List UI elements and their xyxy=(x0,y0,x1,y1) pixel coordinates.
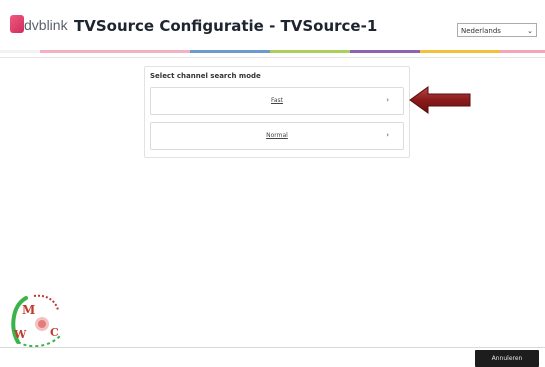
chevron-right-icon: › xyxy=(386,96,389,104)
dvblink-logo: dvblink xyxy=(10,15,70,39)
chevron-right-icon: › xyxy=(386,131,389,139)
chevron-down-icon: ⌄ xyxy=(527,27,533,35)
logo-mark-icon xyxy=(10,15,24,33)
search-mode-fast-option[interactable]: Fast › xyxy=(150,87,404,115)
search-mode-normal-label: Normal xyxy=(266,132,288,139)
header-bar: dvblink TVSource Configuratie - TVSource… xyxy=(0,0,545,50)
page-title: TVSource Configuratie - TVSource-1 xyxy=(74,17,378,35)
pointer-arrow-icon xyxy=(409,86,471,114)
mwc-letter-w: W xyxy=(13,328,27,341)
panel-title: Select channel search mode xyxy=(150,72,261,80)
mwc-letter-c: C xyxy=(50,326,59,339)
cancel-button[interactable]: Annuleren xyxy=(475,350,539,367)
mwc-letter-m: M xyxy=(22,303,35,317)
footer-divider xyxy=(0,347,545,348)
logo-text: dvblink xyxy=(24,17,68,33)
channel-search-panel: Select channel search mode Fast › Normal… xyxy=(144,66,410,158)
search-mode-fast-label: Fast xyxy=(270,97,284,104)
content-divider xyxy=(0,57,545,58)
language-select-value: Nederlands xyxy=(461,27,501,35)
mwc-watermark-logo: M W C xyxy=(11,294,61,348)
language-select[interactable]: Nederlands ⌄ xyxy=(457,23,537,37)
search-mode-normal-option[interactable]: Normal › xyxy=(150,122,404,150)
